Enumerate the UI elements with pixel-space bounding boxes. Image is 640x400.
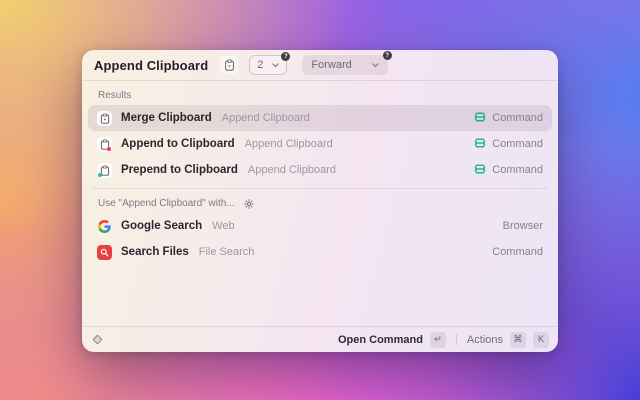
chevron-down-icon xyxy=(272,59,280,71)
footer-bar: Open Command ↵ Actions ⌘ K xyxy=(82,326,558,352)
command-title: Append Clipboard xyxy=(94,57,209,73)
list-item-subtitle: File Search xyxy=(198,246,255,258)
desktop-background: { "header": { "title": "Append Clipboard… xyxy=(0,0,640,400)
search-files-icon xyxy=(97,244,112,260)
list-item-merge-clipboard[interactable]: Merge Clipboard Append Clipboard Command xyxy=(88,105,552,131)
gear-icon[interactable] xyxy=(243,198,254,209)
merge-clipboard-icon xyxy=(97,110,112,126)
k-key-badge: K xyxy=(533,331,549,348)
command-type-icon xyxy=(474,111,486,126)
list-item-type: Command xyxy=(492,246,543,258)
list-item-type: Command xyxy=(492,164,543,176)
google-icon xyxy=(97,219,112,234)
direction-dropdown[interactable]: Forward ? xyxy=(302,51,392,75)
suggestions-section-label: Use "Append Clipboard" with... xyxy=(98,198,235,209)
list-item-type: Browser xyxy=(502,220,543,232)
list-item-subtitle: Append Clipboard xyxy=(244,138,333,150)
direction-dropdown-value: Forward xyxy=(311,59,352,71)
append-clipboard-icon xyxy=(97,136,112,152)
list-item-google-search[interactable]: Google Search Web Browser xyxy=(88,213,552,239)
list-item-title: Prepend to Clipboard xyxy=(121,164,238,176)
list-item-subtitle: Append Clipboard xyxy=(221,112,310,124)
actions-button[interactable]: Actions ⌘ K xyxy=(466,331,549,348)
list-item-subtitle: Web xyxy=(212,220,235,232)
open-command-label: Open Command xyxy=(337,333,423,346)
argument-dropdown[interactable]: 2 ? xyxy=(249,52,291,75)
cmd-key-badge: ⌘ xyxy=(510,331,526,348)
prepend-accent-dot xyxy=(98,172,102,177)
list-item-prepend-to-clipboard[interactable]: Prepend to Clipboard Append Clipboard Co… xyxy=(88,157,552,183)
list-item-search-files[interactable]: Search Files File Search Command xyxy=(88,239,552,265)
help-badge[interactable]: ? xyxy=(281,52,291,61)
list-item-type: Command xyxy=(492,112,543,124)
launcher-window: Append Clipboard 2 ? Forward ? Results M… xyxy=(82,50,558,352)
list-item-append-to-clipboard[interactable]: Append to Clipboard Append Clipboard Com… xyxy=(88,131,552,157)
help-badge[interactable]: ? xyxy=(382,51,392,60)
raycast-logo-icon xyxy=(91,333,104,346)
list-item-title: Search Files xyxy=(121,246,189,258)
list-item-title: Merge Clipboard xyxy=(121,112,212,124)
list-item-title: Append to Clipboard xyxy=(121,138,235,150)
suggestions-section-header: Use "Append Clipboard" with... xyxy=(98,198,552,209)
footer-separator xyxy=(455,334,457,345)
clipboard-icon xyxy=(220,56,239,74)
command-type-icon xyxy=(474,163,486,178)
results-section-label: Results xyxy=(98,90,132,101)
section-divider xyxy=(91,188,549,189)
return-key-badge: ↵ xyxy=(429,331,446,348)
open-command-button[interactable]: Open Command ↵ xyxy=(337,331,446,348)
actions-label: Actions xyxy=(466,333,503,346)
prepend-clipboard-icon xyxy=(97,162,112,178)
append-accent-dot xyxy=(107,146,111,151)
command-header: Append Clipboard 2 ? Forward ? xyxy=(82,50,558,81)
list-item-subtitle: Append Clipboard xyxy=(247,164,336,176)
list-item-type: Command xyxy=(492,138,543,150)
argument-dropdown-value: 2 xyxy=(257,59,264,71)
results-section-header: Results xyxy=(98,90,552,101)
chevron-down-icon xyxy=(372,59,379,71)
command-type-icon xyxy=(474,137,486,152)
list-item-title: Google Search xyxy=(121,220,203,232)
